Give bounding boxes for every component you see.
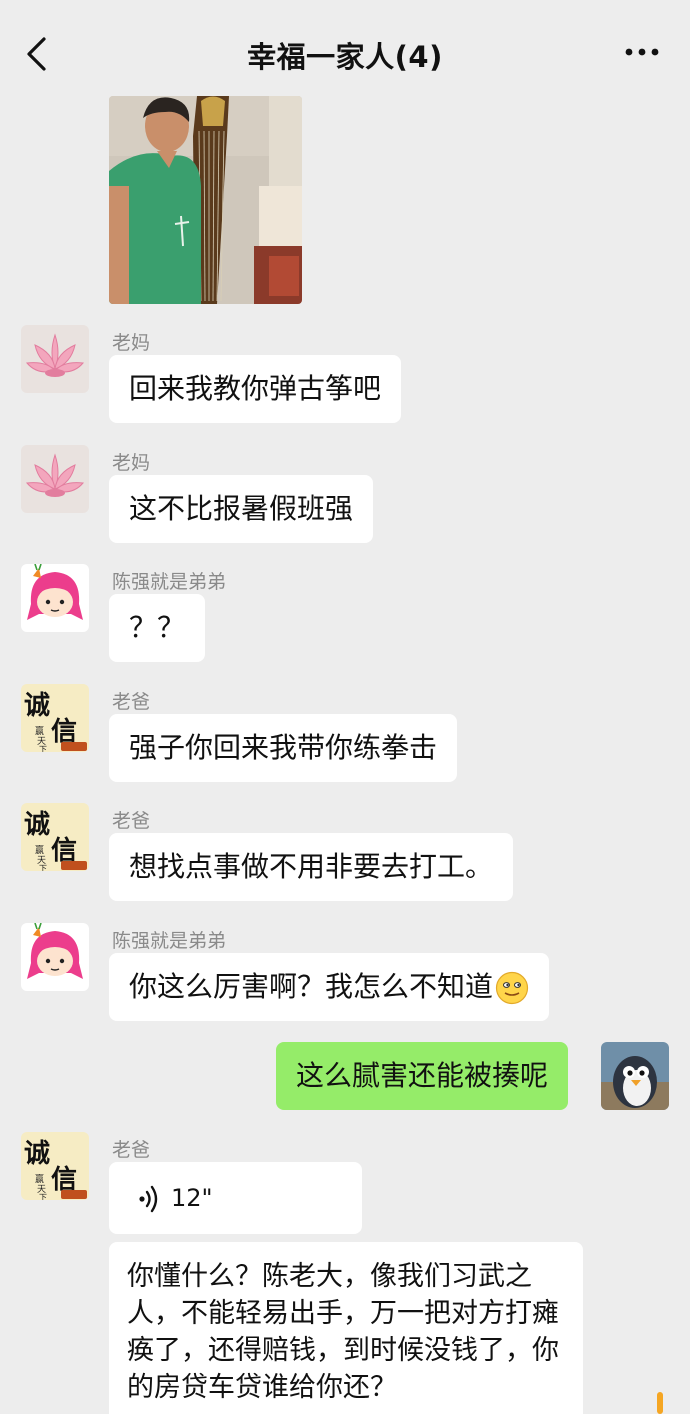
svg-text:下: 下: [39, 1193, 47, 1200]
message-text: 你这么厉害啊？我怎么不知道: [129, 970, 494, 1003]
pink-hair-girl-icon: [21, 923, 89, 991]
sender-name: 老爸: [112, 691, 151, 713]
voice-message-bubble[interactable]: 12": [109, 1162, 362, 1234]
avatar-brother[interactable]: [21, 564, 89, 632]
scroll-indicator[interactable]: [657, 1392, 663, 1414]
pink-hair-girl-icon: [21, 564, 89, 632]
svg-text:赢: 赢: [35, 1173, 44, 1185]
svg-text:下: 下: [39, 864, 47, 871]
sender-name: 老爸: [112, 1139, 151, 1161]
avatar-me[interactable]: [601, 1042, 669, 1110]
avatar-mom[interactable]: [21, 445, 89, 513]
message-bubble[interactable]: 回来我教你弹古筝吧: [109, 355, 402, 423]
message-bubble[interactable]: 这不比报暑假班强: [109, 475, 374, 543]
message-bubble[interactable]: 强子你回来我带你练拳击: [109, 714, 458, 782]
photo-message[interactable]: [109, 96, 302, 304]
chat-header: 幸福一家人(4): [0, 0, 690, 96]
message-bubble[interactable]: 你这么厉害啊？我怎么不知道: [109, 953, 550, 1021]
message-bubble[interactable]: 你懂什么？陈老大，像我们习武之人，不能轻易出手，万一把对方打瘫痪了，还得赔钱，到…: [109, 1242, 583, 1414]
svg-text:赢: 赢: [35, 725, 44, 737]
svg-text:下: 下: [39, 745, 47, 752]
avatar-mom[interactable]: [21, 325, 89, 393]
message-bubble[interactable]: 想找点事做不用非要去打工。: [109, 833, 514, 901]
sender-name: 老妈: [112, 452, 151, 474]
svg-text:诚: 诚: [24, 691, 50, 721]
svg-text:诚: 诚: [24, 810, 50, 840]
sender-name: 老爸: [112, 810, 151, 832]
lotus-flower-icon: [21, 325, 89, 393]
penguin-icon: [601, 1042, 669, 1110]
avatar-dad[interactable]: 诚 信 赢 天 下: [21, 1132, 89, 1200]
chengxin-calligraphy-icon: 诚 信 赢 天 下: [21, 1132, 89, 1200]
lotus-flower-icon: [21, 445, 89, 513]
voice-wave-icon: [139, 1185, 158, 1213]
avatar-dad[interactable]: 诚 信 赢 天 下: [21, 684, 89, 752]
avatar-brother[interactable]: [21, 923, 89, 991]
voice-duration: 12": [171, 1184, 213, 1212]
message-bubble[interactable]: ？？: [109, 594, 206, 662]
my-message-bubble[interactable]: 这么腻害还能被揍呢: [276, 1042, 569, 1110]
sender-name: 陈强就是弟弟: [112, 571, 227, 593]
avatar-dad[interactable]: 诚 信 赢 天 下: [21, 803, 89, 871]
sender-name: 陈强就是弟弟: [112, 930, 227, 952]
chat-title: 幸福一家人(4): [247, 40, 443, 74]
chengxin-calligraphy-icon: 诚 信 赢 天 下: [21, 684, 89, 752]
svg-text:诚: 诚: [24, 1139, 50, 1169]
chengxin-calligraphy-icon: 诚 信 赢 天 下: [21, 803, 89, 871]
message-list[interactable]: 老妈 回来我教你弹古筝吧 老妈 这不比报暑假班强 陈强就是弟弟 ？？ 诚 信 赢…: [0, 96, 690, 1414]
awkward-smile-emoji-icon: [495, 971, 529, 1005]
svg-text:赢: 赢: [35, 844, 44, 856]
sender-name: 老妈: [112, 332, 151, 354]
ellipsis-icon[interactable]: [624, 44, 660, 60]
